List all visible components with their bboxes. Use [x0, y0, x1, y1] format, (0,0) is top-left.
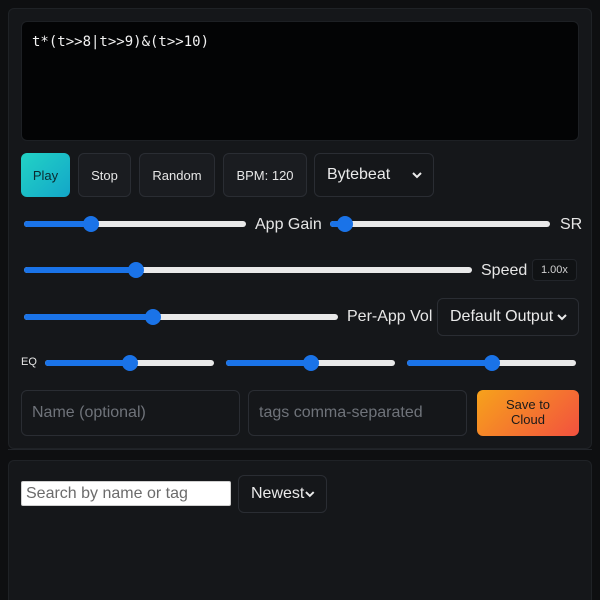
- app-gain-label: App Gain: [255, 216, 322, 233]
- bpm-button[interactable]: BPM: 120: [223, 153, 307, 197]
- speed-readout: 1.00x: [532, 259, 577, 281]
- chevron-down-icon: [305, 491, 315, 498]
- output-select[interactable]: Default Output: [437, 298, 579, 336]
- stop-label: Stop: [91, 167, 118, 183]
- chevron-down-icon: [557, 314, 567, 321]
- stop-button[interactable]: Stop: [78, 153, 131, 197]
- bpm-label: BPM: 120: [236, 167, 294, 183]
- slider-thumb[interactable]: [144, 309, 161, 325]
- output-select-value: Default Output: [450, 308, 554, 325]
- slider-fill: [24, 221, 91, 227]
- random-button[interactable]: Random: [139, 153, 215, 197]
- slider-fill: [407, 360, 492, 366]
- eq-band-slider[interactable]: [45, 355, 214, 371]
- sr-label: SR: [560, 216, 583, 233]
- search-input[interactable]: Search by name or tag: [21, 481, 231, 506]
- save-label: Save to Cloud: [505, 397, 551, 427]
- name-input[interactable]: Name (optional): [21, 390, 240, 436]
- slider-thumb[interactable]: [302, 355, 319, 371]
- eq-band-slider[interactable]: [226, 355, 395, 371]
- sort-select-value: Newest: [251, 485, 305, 502]
- slider-fill: [24, 314, 153, 320]
- sort-select[interactable]: Newest: [238, 475, 327, 513]
- play-button[interactable]: Play: [21, 153, 70, 197]
- code-text: t*(t>>8|t>>9)&(t>>10): [32, 34, 210, 50]
- slider-thumb[interactable]: [121, 355, 138, 371]
- section-divider: [8, 449, 592, 450]
- tags-placeholder: tags comma-separated: [259, 404, 423, 421]
- random-label: Random: [152, 167, 202, 183]
- app-gain-slider[interactable]: [24, 216, 246, 232]
- code-editor[interactable]: t*(t>>8|t>>9)&(t>>10): [21, 21, 579, 141]
- speed-readout-value: 1.00x: [541, 264, 568, 276]
- chevron-down-icon: [412, 172, 422, 179]
- per-app-vol-label: Per-App Vol: [347, 308, 433, 325]
- slider-fill: [45, 360, 130, 366]
- sr-slider[interactable]: [330, 216, 550, 232]
- mode-select-value: Bytebeat: [327, 166, 391, 183]
- speed-label: Speed: [481, 262, 528, 279]
- play-label: Play: [32, 167, 59, 183]
- slider-thumb[interactable]: [82, 216, 99, 232]
- slider-thumb[interactable]: [483, 355, 500, 371]
- tags-input[interactable]: tags comma-separated: [248, 390, 467, 436]
- eq-band-slider[interactable]: [407, 355, 576, 371]
- save-to-cloud-button[interactable]: Save to Cloud: [477, 390, 579, 436]
- search-placeholder: Search by name or tag: [26, 484, 188, 502]
- slider-fill: [24, 267, 136, 273]
- per-app-vol-slider[interactable]: [24, 309, 338, 325]
- eq-label: EQ: [21, 356, 37, 368]
- mode-select[interactable]: Bytebeat: [314, 153, 434, 197]
- speed-slider[interactable]: [24, 262, 472, 278]
- slider-fill: [226, 360, 311, 366]
- name-placeholder: Name (optional): [32, 404, 146, 421]
- slider-track: [330, 221, 550, 227]
- slider-thumb[interactable]: [337, 216, 354, 232]
- slider-thumb[interactable]: [128, 262, 144, 278]
